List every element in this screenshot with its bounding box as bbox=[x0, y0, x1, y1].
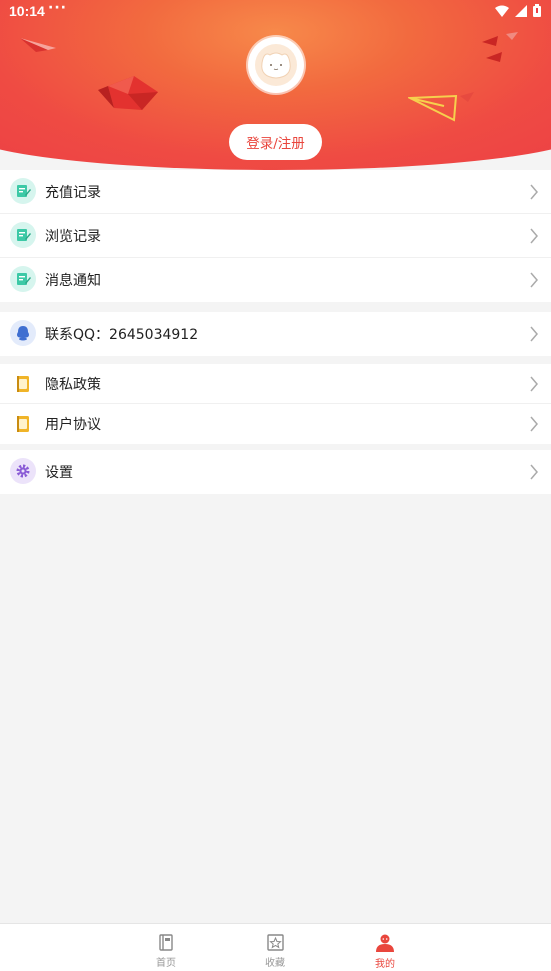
chevron-right-icon bbox=[530, 416, 538, 432]
battery-icon bbox=[533, 4, 541, 17]
nav-tab-label: 首页 bbox=[156, 958, 176, 969]
recharge-record-icon bbox=[10, 178, 36, 204]
chevron-right-icon bbox=[530, 326, 538, 342]
agreement-book-icon bbox=[10, 411, 36, 437]
menu-item-label: 联系QQ：2645034912 bbox=[45, 327, 199, 343]
menu-item-label: 充值记录 bbox=[45, 184, 101, 201]
menu-item-settings[interactable]: 设置 bbox=[0, 450, 551, 494]
login-register-button[interactable]: 登录/注册 bbox=[229, 124, 322, 160]
settings-gear-icon bbox=[10, 458, 36, 484]
settings-group: 设置 bbox=[0, 450, 551, 494]
records-group: 充值记录 浏览记录 消息通知 bbox=[0, 170, 551, 302]
menu-item-recharge-record[interactable]: 充值记录 bbox=[0, 170, 551, 214]
chevron-right-icon bbox=[530, 464, 538, 480]
decor-red-gem-icon bbox=[98, 76, 158, 110]
favorite-star-icon bbox=[266, 934, 284, 951]
menu-item-label: 隐私政策 bbox=[45, 376, 101, 393]
wifi-icon bbox=[495, 5, 509, 17]
profile-header: 10:14 ··· 登录/注册 bbox=[0, 0, 551, 175]
chevron-right-icon bbox=[530, 184, 538, 200]
nav-tab-favorites[interactable]: 收藏 bbox=[250, 934, 300, 969]
menu-item-user-agreement[interactable]: 用户协议 bbox=[0, 404, 551, 444]
menu-item-label: 消息通知 bbox=[45, 273, 101, 289]
chevron-right-icon bbox=[530, 272, 538, 288]
menu-item-label: 设置 bbox=[45, 465, 73, 481]
decor-ribbon-top-right-icon bbox=[482, 32, 518, 62]
legal-group: 隐私政策 用户协议 bbox=[0, 364, 551, 444]
decor-paper-plane-right-icon bbox=[408, 92, 474, 122]
status-more-dots: ··· bbox=[48, 0, 67, 16]
system-icons bbox=[495, 4, 541, 17]
signal-icon bbox=[515, 4, 527, 17]
menu-item-label: 用户协议 bbox=[45, 417, 101, 433]
bottom-navigation: 首页 收藏 我的 bbox=[0, 923, 551, 971]
chevron-right-icon bbox=[530, 228, 538, 244]
decor-paper-plane-left-icon bbox=[20, 38, 56, 52]
menu-item-privacy-policy[interactable]: 隐私政策 bbox=[0, 364, 551, 404]
avatar-cat-icon bbox=[255, 44, 297, 86]
menu-item-contact-qq[interactable]: 联系QQ：2645034912 bbox=[0, 312, 551, 356]
contact-group: 联系QQ：2645034912 bbox=[0, 312, 551, 356]
avatar[interactable] bbox=[248, 37, 304, 93]
status-time: 10:14 bbox=[9, 3, 45, 19]
message-notice-icon bbox=[10, 266, 36, 292]
status-bar: 10:14 ··· bbox=[0, 0, 551, 24]
nav-tab-home[interactable]: 首页 bbox=[141, 934, 191, 969]
home-book-icon bbox=[159, 934, 173, 951]
menu-item-browse-record[interactable]: 浏览记录 bbox=[0, 214, 551, 258]
menu-item-label: 浏览记录 bbox=[45, 228, 101, 245]
browse-record-icon bbox=[10, 222, 36, 248]
nav-tab-label: 我的 bbox=[375, 959, 395, 970]
qq-icon bbox=[10, 320, 36, 346]
profile-user-icon bbox=[376, 934, 394, 952]
nav-tab-label: 收藏 bbox=[265, 958, 285, 969]
nav-tab-mine[interactable]: 我的 bbox=[360, 934, 410, 970]
menu-item-message-notice[interactable]: 消息通知 bbox=[0, 258, 551, 302]
privacy-book-icon bbox=[10, 371, 36, 397]
chevron-right-icon bbox=[530, 376, 538, 392]
